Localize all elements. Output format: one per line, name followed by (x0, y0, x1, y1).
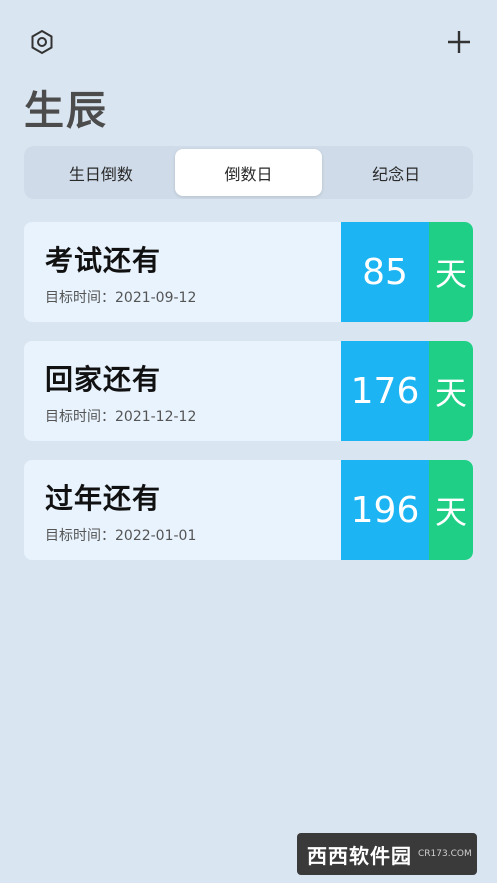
card-date: 目标时间：2022-01-01 (45, 525, 341, 545)
watermark-logo-text: 西西软件园 (307, 843, 412, 868)
date-value: 2021-09-12 (115, 290, 197, 306)
card-date: 目标时间：2021-09-12 (45, 287, 341, 307)
date-value: 2022-01-01 (115, 528, 197, 544)
date-label: 目标时间： (45, 409, 115, 425)
card-info: 回家还有 目标时间：2021-12-12 (24, 341, 341, 441)
top-bar (28, 26, 473, 58)
days-count: 85 (341, 222, 429, 322)
tab-countdown-days[interactable]: 倒数日 (174, 149, 323, 196)
card-title: 考试还有 (45, 244, 162, 277)
card-info: 考试还有 目标时间：2021-09-12 (24, 222, 341, 322)
watermark-sub-text: CR173.COM (418, 849, 472, 859)
add-button[interactable] (445, 26, 473, 58)
countdown-card[interactable]: 回家还有 目标时间：2021-12-12 176 天 (24, 341, 473, 441)
countdown-card[interactable]: 考试还有 目标时间：2021-09-12 85 天 (24, 222, 473, 322)
tab-anniversary[interactable]: 纪念日 (322, 149, 470, 196)
date-label: 目标时间： (45, 290, 115, 306)
days-unit: 天 (429, 222, 473, 322)
days-count: 196 (341, 460, 429, 560)
date-value: 2021-12-12 (115, 409, 197, 425)
app-screen: 生辰 生日倒数 倒数日 纪念日 考试还有 目标时间：2021-09-12 85 … (0, 0, 497, 883)
page-title: 生辰 (24, 88, 108, 134)
plus-icon (448, 31, 470, 53)
settings-button[interactable] (28, 28, 56, 56)
card-date: 目标时间：2021-12-12 (45, 406, 341, 426)
days-unit: 天 (429, 460, 473, 560)
watermark-logo: 西西软件园 CR173.COM (297, 833, 477, 875)
tab-birthday-countdown[interactable]: 生日倒数 (27, 149, 175, 196)
card-title: 过年还有 (45, 482, 162, 515)
date-label: 目标时间： (45, 528, 115, 544)
days-unit: 天 (429, 341, 473, 441)
card-info: 过年还有 目标时间：2022-01-01 (24, 460, 341, 560)
countdown-card[interactable]: 过年还有 目标时间：2022-01-01 196 天 (24, 460, 473, 560)
countdown-list: 考试还有 目标时间：2021-09-12 85 天 回家还有 目标时间：2021… (24, 222, 473, 579)
gear-icon (31, 29, 53, 55)
days-count: 176 (341, 341, 429, 441)
card-title: 回家还有 (45, 363, 162, 396)
segmented-control: 生日倒数 倒数日 纪念日 (24, 146, 473, 199)
